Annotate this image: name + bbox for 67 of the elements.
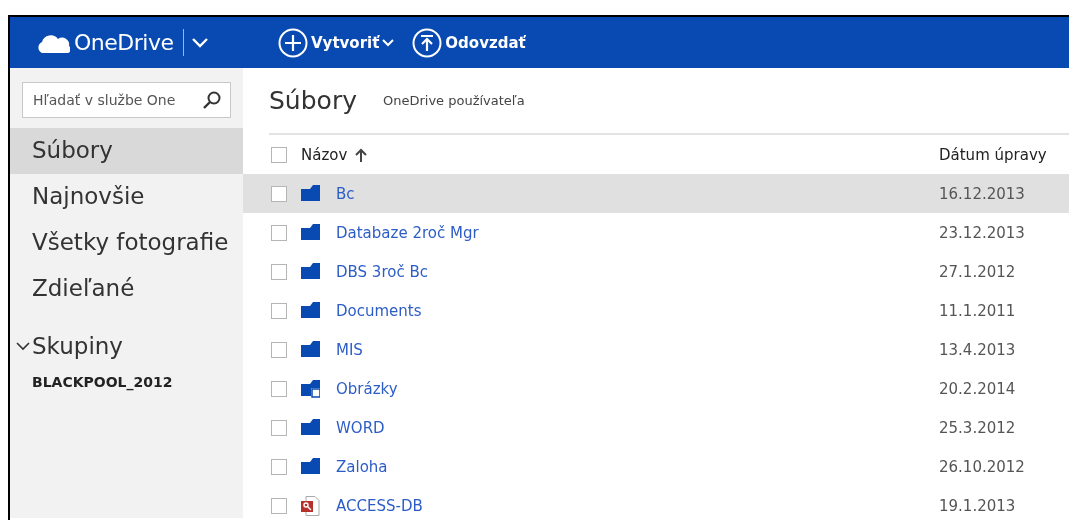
app-menu-button[interactable] (192, 37, 209, 48)
file-name-link[interactable]: Obrázky (336, 379, 939, 398)
nav-item[interactable]: Najnovšie (10, 174, 243, 220)
groups-toggle[interactable]: Skupiny (10, 326, 243, 366)
file-row[interactable]: WORD 25.3.2012 (243, 408, 1069, 447)
app-logo-text: OneDrive (74, 30, 174, 55)
file-name-link[interactable]: Zaloha (336, 457, 939, 476)
upload-icon (412, 27, 443, 58)
page-title: Súbory (269, 86, 357, 115)
file-row[interactable]: Obrázky 20.2.2014 (243, 369, 1069, 408)
access-file-icon (301, 495, 320, 516)
nav-item[interactable]: Zdieľané (10, 266, 243, 312)
file-row[interactable]: Bc 16.12.2013 (243, 174, 1069, 213)
folder-icon (301, 339, 320, 360)
checkbox[interactable] (271, 224, 287, 241)
file-row[interactable]: Databaze 2roč Mgr 23.12.2013 (243, 213, 1069, 252)
create-button[interactable]: Vytvoriť (278, 27, 395, 58)
checkbox[interactable] (271, 302, 287, 319)
upload-button[interactable]: Odovzdať (412, 27, 526, 58)
table-cell-text: 26.10.2012 (939, 457, 1026, 476)
file-name-link[interactable]: Documents (336, 301, 939, 320)
file-row[interactable]: Documents 11.1.2011 (243, 291, 1069, 330)
folder-icon (301, 183, 320, 204)
cloud-icon (36, 32, 70, 53)
file-row[interactable]: ACCESS-DB 19.1.2013 (243, 486, 1069, 520)
checkbox[interactable] (271, 380, 287, 397)
checkbox[interactable] (271, 185, 287, 202)
search-icon (203, 91, 221, 109)
file-row[interactable]: Zaloha 26.10.2012 (243, 447, 1069, 486)
column-header[interactable]: Dátum úpravy (939, 145, 1069, 164)
nav-item[interactable]: Súbory (10, 128, 243, 174)
table-cell-text: 23.12.2013 (939, 223, 1026, 242)
checkbox[interactable] (271, 419, 287, 436)
file-name-link[interactable]: Bc (336, 184, 939, 203)
plus-circle-icon (278, 27, 308, 58)
nav-item[interactable]: Všetky fotografie (10, 220, 243, 266)
file-row[interactable]: MIS 13.4.2013 (243, 330, 1069, 369)
folder-icon (301, 261, 320, 282)
table-cell-text: 27.1.2012 (939, 262, 1017, 281)
table-cell-text: 19.1.2013 (939, 496, 1017, 515)
chevron-down-icon (192, 37, 209, 48)
table-cell-text: 20.2.2014 (939, 379, 1017, 398)
checkbox[interactable] (271, 263, 287, 280)
file-row[interactable]: DBS 3roč Bc 27.1.2012 (243, 252, 1069, 291)
photo-folder-icon (301, 378, 320, 399)
folder-icon (301, 456, 320, 477)
file-name-link[interactable]: WORD (336, 418, 939, 437)
table-cell-text: 16.12.2013 (939, 184, 1026, 203)
file-name-link[interactable]: ACCESS-DB (336, 496, 939, 515)
table-cell-text: 25.3.2012 (939, 418, 1017, 437)
search-field[interactable]: Hľadať v službe One (22, 82, 231, 118)
file-name-link[interactable]: DBS 3roč Bc (336, 262, 939, 281)
checkbox[interactable] (271, 497, 287, 514)
file-name-link[interactable]: Databaze 2roč Mgr (336, 223, 939, 242)
checkbox[interactable] (271, 341, 287, 358)
table-cell-text: 11.1.2011 (939, 301, 1017, 320)
checkbox[interactable] (271, 146, 287, 163)
folder-icon (301, 222, 320, 243)
column-header[interactable]: Názov (301, 145, 939, 164)
chevron-down-icon (16, 341, 30, 351)
checkbox[interactable] (271, 458, 287, 475)
group-item[interactable]: BLACKPOOL_2012 (10, 374, 243, 390)
page-subtitle: OneDrive používateľa (382, 93, 525, 108)
folder-icon (301, 417, 320, 438)
folder-icon (301, 300, 320, 321)
table-cell-text: 13.4.2013 (939, 340, 1017, 359)
file-name-link[interactable]: MIS (336, 340, 939, 359)
